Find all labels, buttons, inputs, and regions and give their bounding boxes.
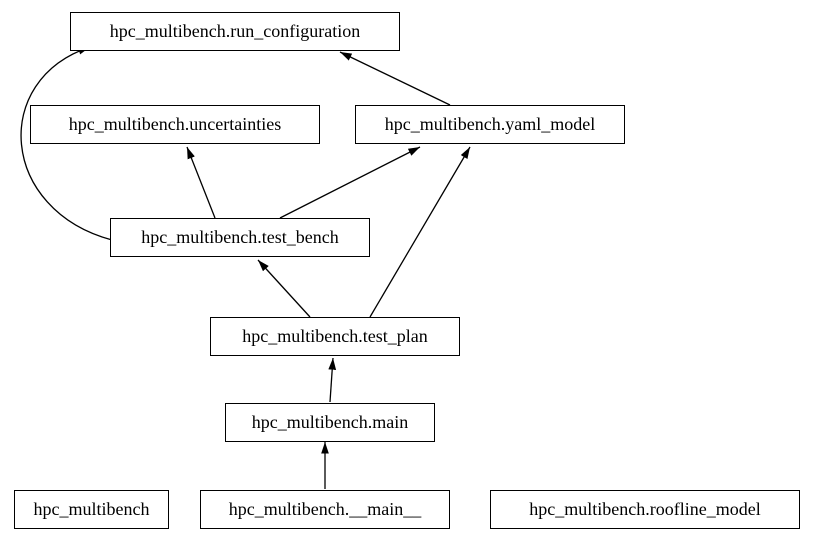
edge-testbench-yamlmodel [280, 147, 420, 218]
edge-testbench-uncertainties [187, 147, 215, 218]
node-yaml-model: hpc_multibench.yaml_model [355, 105, 625, 144]
edge-testplan-testbench [258, 260, 310, 317]
node-run-configuration: hpc_multibench.run_configuration [70, 12, 400, 51]
node-main: hpc_multibench.main [225, 403, 435, 442]
edge-yamlmodel-runconfiguration [340, 52, 450, 105]
node-pkg: hpc_multibench [14, 490, 169, 529]
node-roofline-model: hpc_multibench.roofline_model [490, 490, 800, 529]
node-test-plan: hpc_multibench.test_plan [210, 317, 460, 356]
edge-testplan-yamlmodel [370, 147, 470, 317]
node-uncertainties: hpc_multibench.uncertainties [30, 105, 320, 144]
node-dunder-main: hpc_multibench.__main__ [200, 490, 450, 529]
edge-main-testplan [330, 358, 333, 402]
edge-layer [0, 0, 817, 539]
node-test-bench: hpc_multibench.test_bench [110, 218, 370, 257]
